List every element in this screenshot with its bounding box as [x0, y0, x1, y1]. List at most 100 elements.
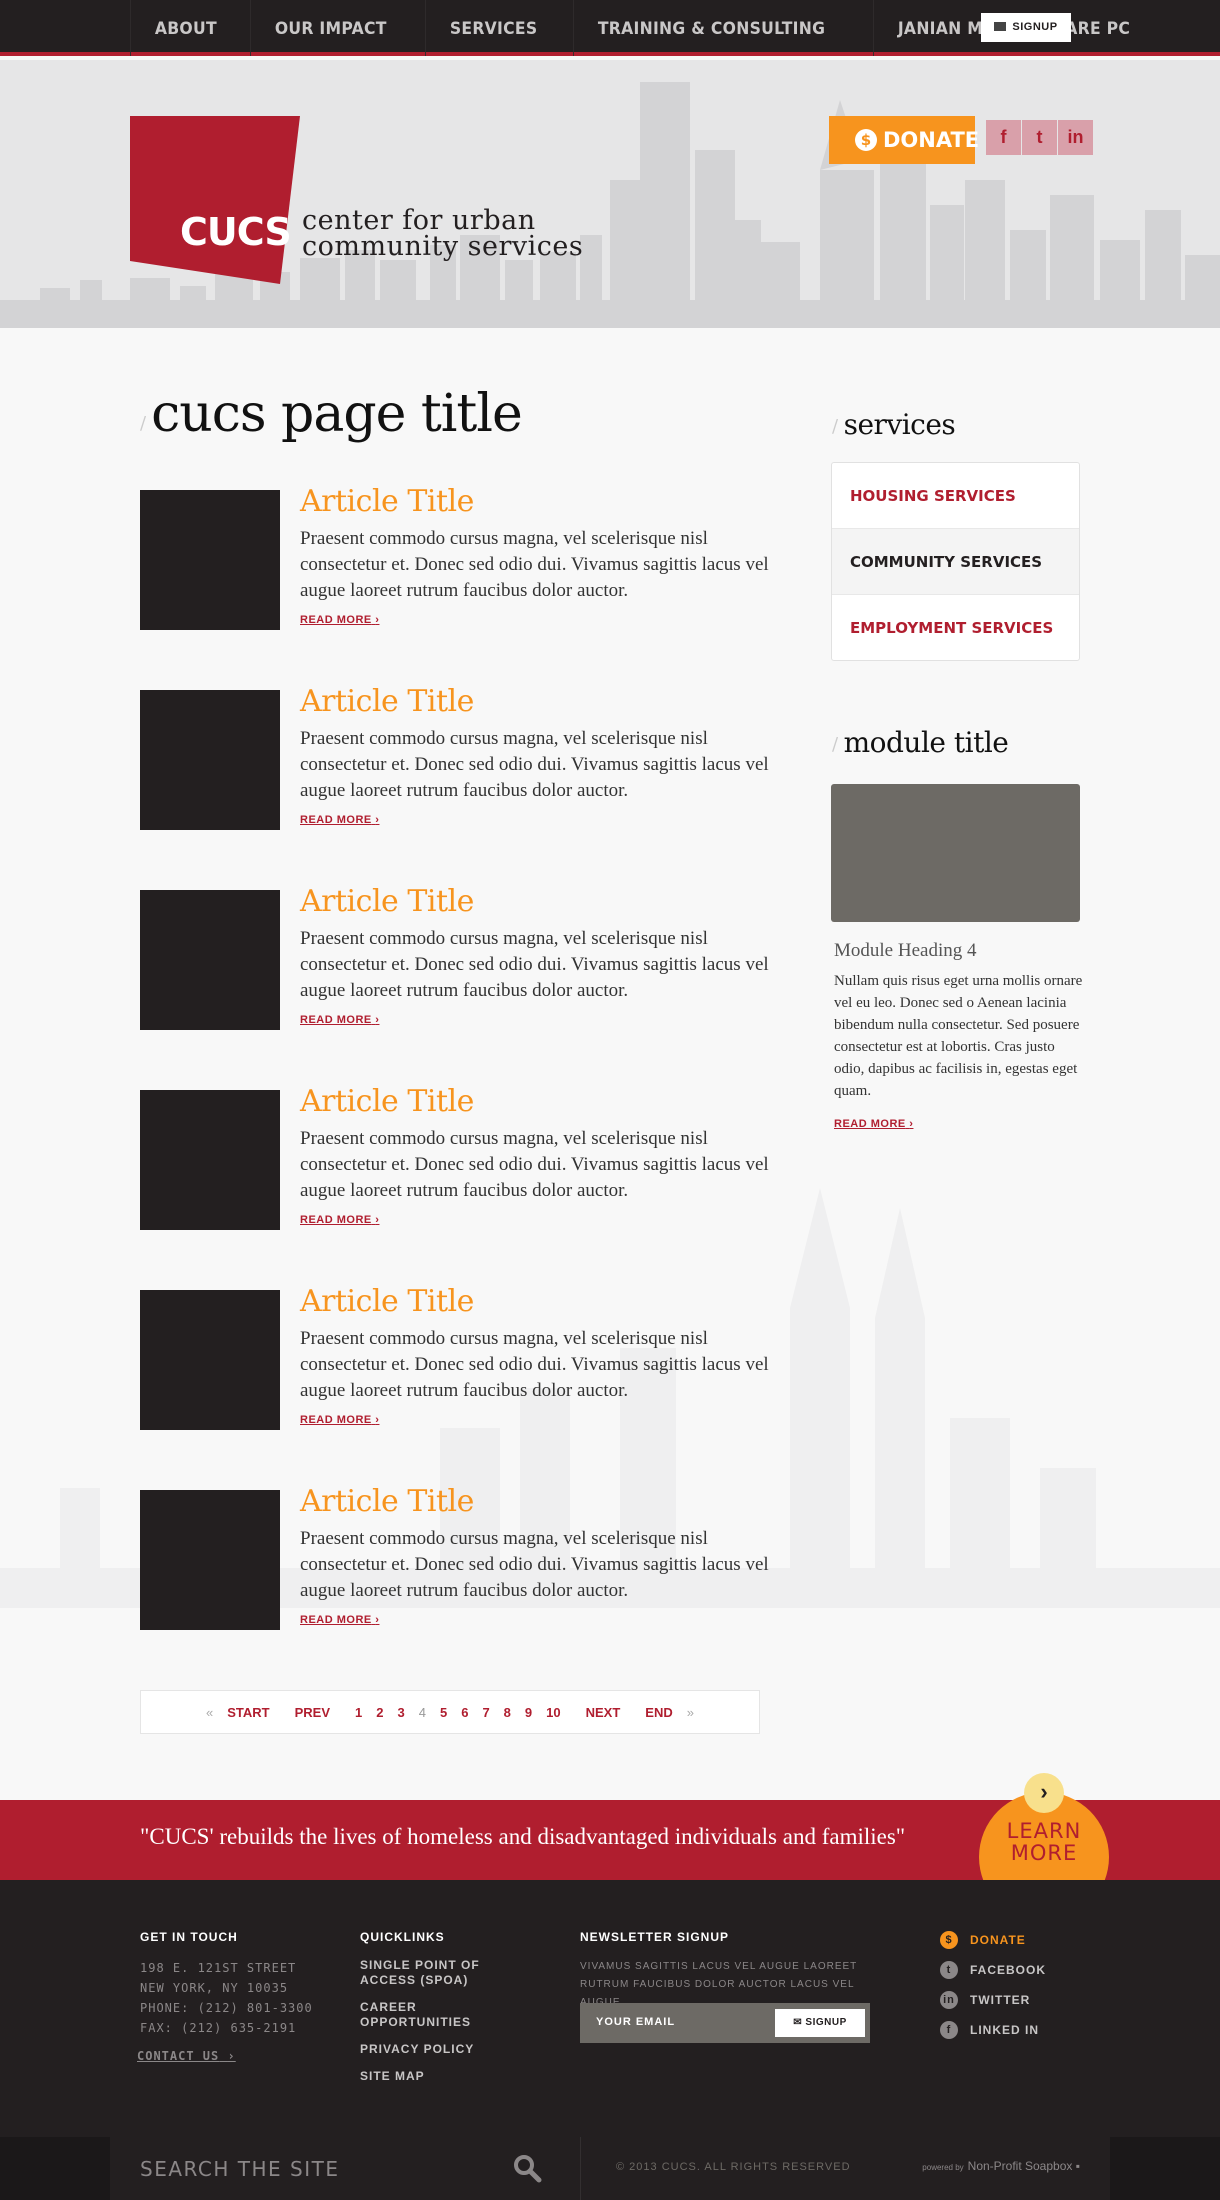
chevron-right-icon[interactable]: ›: [1024, 1773, 1064, 1813]
module-read-more-link[interactable]: READ MORE ›: [834, 1118, 913, 1130]
article-title[interactable]: Article Title: [300, 484, 474, 519]
phone-line: PHONE: (212) 801-3300: [140, 2001, 313, 2015]
copyright-area: © 2013 CUCS. ALL RIGHTS RESERVED powered…: [580, 2137, 1110, 2200]
nav-item-our-impact[interactable]: OUR IMPACT: [250, 0, 411, 56]
site-tagline: center for urban community services: [302, 207, 584, 262]
read-more-link[interactable]: READ MORE ›: [300, 1214, 379, 1226]
article-excerpt: Praesent commodo cursus magna, vel scele…: [300, 928, 769, 1001]
search-icon[interactable]: [512, 2153, 542, 2183]
facebook-icon[interactable]: f: [986, 120, 1021, 155]
chevron-right-icon: ›: [909, 1118, 914, 1130]
service-item-employment[interactable]: EMPLOYMENT SERVICES: [832, 595, 1079, 661]
donate-button[interactable]: $ DONATE: [829, 116, 979, 164]
nav-item-about[interactable]: ABOUT: [130, 0, 241, 56]
footer-linkedin-label: LINKED IN: [970, 2023, 1039, 2037]
quicklink-careers[interactable]: CAREER OPPORTUNITIES: [360, 2000, 530, 2030]
site-footer: GET IN TOUCH 198 E. 121ST STREET NEW YOR…: [0, 1880, 1220, 2137]
footer-donate-link[interactable]: $ DONATE: [940, 1930, 1046, 1960]
contact-us-link[interactable]: CONTACT US ›: [137, 2046, 236, 2066]
article-thumbnail[interactable]: [140, 1090, 280, 1230]
article-title[interactable]: Article Title: [300, 1084, 474, 1119]
site-search[interactable]: SEARCH THE SITE: [110, 2137, 580, 2200]
article-title[interactable]: Article Title: [300, 1484, 474, 1519]
tagline-line-2: community services: [302, 231, 584, 262]
article-title[interactable]: Article Title: [300, 884, 474, 919]
linkedin-icon[interactable]: in: [1058, 120, 1093, 155]
chevron-right-icon: ›: [375, 614, 380, 626]
chevron-right-icon: ›: [375, 814, 380, 826]
read-more-link[interactable]: READ MORE ›: [300, 1414, 379, 1426]
newsletter-signup-button[interactable]: ✉ SIGNUP: [775, 2009, 865, 2037]
read-more-link[interactable]: READ MORE ›: [300, 1614, 379, 1626]
footer-twitter-link[interactable]: in TWITTER: [940, 1990, 1046, 2020]
read-more-label: READ MORE: [300, 1014, 372, 1026]
module-title-text: module title: [843, 726, 1009, 759]
footer-facebook-link[interactable]: t FACEBOOK: [940, 1960, 1046, 1990]
site-header: CUCS center for urban community services…: [0, 60, 1220, 328]
powered-by-link[interactable]: powered by Non-Profit Soapbox ▪: [922, 2159, 1080, 2173]
pager-page-9[interactable]: 9: [525, 1705, 532, 1720]
article-thumbnail[interactable]: [140, 1290, 280, 1430]
quicklink-privacy[interactable]: PRIVACY POLICY: [360, 2042, 530, 2057]
quicklink-sitemap[interactable]: SITE MAP: [360, 2069, 530, 2084]
article-thumbnail[interactable]: [140, 690, 280, 830]
soapbox-icon: ▪: [1075, 2159, 1080, 2173]
email-field[interactable]: YOUR EMAIL ✉ SIGNUP: [580, 2003, 870, 2043]
footer-linkedin-link[interactable]: f LINKED IN: [940, 2020, 1046, 2050]
read-more-link[interactable]: READ MORE ›: [300, 814, 379, 826]
pager-page-6[interactable]: 6: [461, 1705, 468, 1720]
quicklink-spoa[interactable]: SINGLE POINT OF ACCESS (SPOA): [360, 1958, 530, 1988]
double-right-arrow-icon: »: [686, 1704, 694, 1720]
twitter-icon[interactable]: t: [1022, 120, 1057, 155]
nav-item-services[interactable]: SERVICES: [425, 0, 561, 56]
article-thumbnail[interactable]: [140, 890, 280, 1030]
service-item-housing[interactable]: HOUSING SERVICES: [832, 463, 1079, 529]
nav-item-training-consulting[interactable]: TRAINING & CONSULTING: [573, 0, 849, 56]
module-image: [831, 784, 1080, 922]
contact-us-label: CONTACT US: [137, 2049, 220, 2063]
read-more-link[interactable]: READ MORE ›: [300, 614, 379, 626]
copyright-text: © 2013 CUCS. ALL RIGHTS RESERVED: [616, 2161, 851, 2173]
logo[interactable]: CUCS: [180, 210, 292, 254]
logo-flag-shape: [130, 116, 300, 284]
article-item: Article Title Praesent commodo cursus ma…: [140, 684, 769, 830]
header-social-links: f t in: [986, 120, 1094, 155]
pager-page-5[interactable]: 5: [440, 1705, 447, 1720]
envelope-icon: ✉: [793, 2017, 803, 2028]
pager-prev[interactable]: PREV: [295, 1705, 330, 1720]
module-body-text: Nullam quis risus eget urna mollis ornar…: [834, 973, 1083, 1099]
envelope-icon: [994, 22, 1007, 31]
pager-page-7[interactable]: 7: [482, 1705, 489, 1720]
service-item-community-active[interactable]: COMMUNITY SERVICES: [832, 529, 1079, 595]
twitter-bird-icon: t: [940, 1961, 958, 1979]
pager-end[interactable]: END: [645, 1705, 672, 1720]
linkedin-icon: in: [940, 1991, 958, 2009]
pager-page-10[interactable]: 10: [546, 1705, 560, 1720]
article-thumbnail[interactable]: [140, 490, 280, 630]
pager-page-current: 4: [418, 1704, 426, 1720]
dollar-icon: $: [940, 1931, 958, 1949]
services-heading: / services: [832, 408, 956, 441]
article-excerpt: Praesent commodo cursus magna, vel scele…: [300, 528, 769, 601]
read-more-label: READ MORE: [300, 614, 372, 626]
pager-start[interactable]: START: [227, 1705, 269, 1720]
pager-next[interactable]: NEXT: [586, 1705, 621, 1720]
search-input[interactable]: SEARCH THE SITE: [140, 2157, 339, 2181]
article-title[interactable]: Article Title: [300, 1284, 474, 1319]
article-thumbnail[interactable]: [140, 1490, 280, 1630]
powered-by-name: Non-Profit Soapbox: [967, 2159, 1073, 2173]
read-more-link[interactable]: READ MORE ›: [300, 1014, 379, 1026]
article-excerpt: Praesent commodo cursus magna, vel scele…: [300, 728, 769, 801]
quicklinks-heading: QUICKLINKS: [360, 1930, 445, 1944]
services-heading-text: services: [843, 408, 956, 441]
chevron-right-icon: ›: [227, 2049, 236, 2063]
signup-label: SIGNUP: [805, 2017, 847, 2028]
pager-page-1[interactable]: 1: [355, 1705, 362, 1720]
slash-decoration: /: [140, 413, 146, 434]
pager-page-8[interactable]: 8: [504, 1705, 511, 1720]
signup-button[interactable]: SIGNUP: [981, 13, 1071, 42]
newsletter-heading: NEWSLETTER SIGNUP: [580, 1930, 730, 1944]
pager-page-2[interactable]: 2: [376, 1705, 383, 1720]
article-title[interactable]: Article Title: [300, 684, 474, 719]
pager-page-3[interactable]: 3: [398, 1705, 405, 1720]
